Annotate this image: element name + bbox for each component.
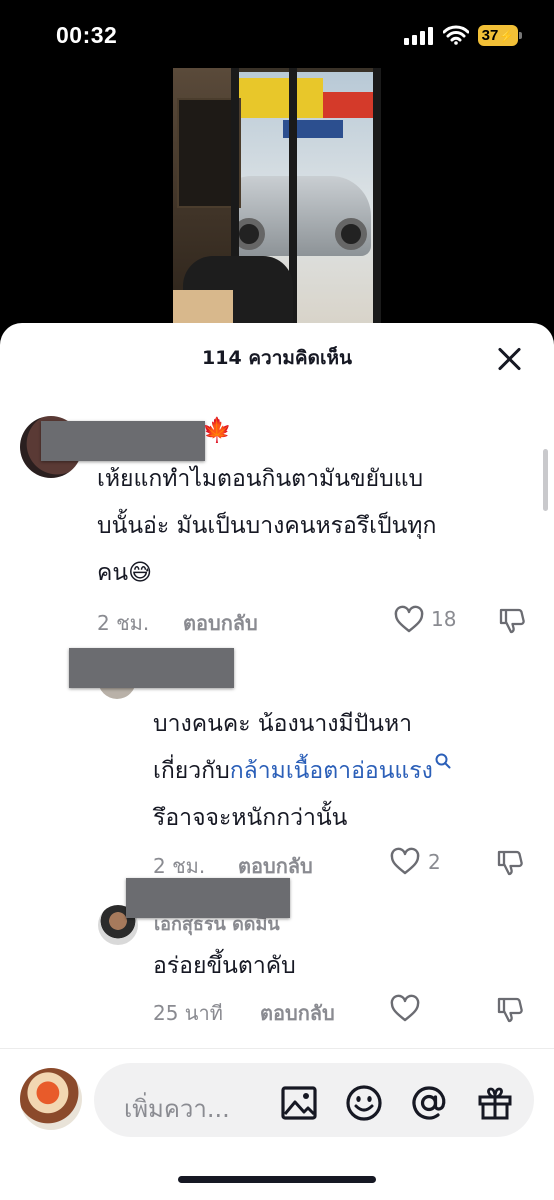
battery-level: 37 xyxy=(481,27,499,44)
comment-time: 2 ชม. xyxy=(97,611,150,635)
mention-icon[interactable] xyxy=(410,1084,448,1122)
comment-line: รึอาจจะหนักกว่านั้น xyxy=(153,805,348,831)
status-time: 00:32 xyxy=(56,22,118,48)
video-sign xyxy=(233,78,323,118)
video-window-frame xyxy=(373,68,381,328)
like-count: 2 xyxy=(428,850,441,874)
redacted-username xyxy=(69,648,234,688)
my-avatar[interactable] xyxy=(20,1068,82,1130)
image-icon[interactable] xyxy=(280,1084,318,1122)
comment-text-prefix: เกี่ยวกับ xyxy=(153,758,230,784)
gift-icon[interactable] xyxy=(476,1084,514,1122)
comment-line: บางคนคะ น้องนางมีปันหา xyxy=(153,711,413,737)
heart-icon[interactable] xyxy=(390,847,420,877)
reply-button[interactable]: ตอบกลับ xyxy=(260,997,335,1029)
comment-line: เห้ยแกทำไมตอนกินตามันขยับแบ xyxy=(97,466,424,492)
battery-charging-icon: 37 ⚡ xyxy=(478,25,522,46)
redacted-username xyxy=(126,878,290,918)
comment-input-placeholder: เพิ่มควา... xyxy=(124,1095,230,1123)
search-icon[interactable] xyxy=(435,753,451,769)
reply-button[interactable]: ตอบกลับ xyxy=(183,607,258,639)
maple-leaf-icon: 🍁 xyxy=(202,416,232,444)
heart-icon[interactable] xyxy=(390,994,420,1024)
comments-sheet: 114 ความคิดเห็น 🍁 เห้ยแกทำไมตอนกินตามันข… xyxy=(0,323,554,1200)
comment-line: บนั้นอ่ะ มันเป็นบางคนหรอรึเป็นทุก xyxy=(97,513,437,539)
emoji-icon[interactable] xyxy=(345,1084,383,1122)
comment-text: บางคนคะ น้องนางมีปันหา เกี่ยวกับกล้ามเนื… xyxy=(153,701,533,842)
comment-time: 25 นาที xyxy=(153,1001,223,1025)
comment-line: อร่อยขึ้นตาคับ xyxy=(153,953,296,979)
like-count: 18 xyxy=(431,607,457,631)
signal-icon xyxy=(404,27,433,45)
video-preview[interactable] xyxy=(173,68,381,328)
dislike-icon[interactable] xyxy=(495,847,525,877)
divider xyxy=(0,1048,554,1049)
home-indicator xyxy=(178,1176,376,1183)
wifi-icon xyxy=(443,25,469,45)
redacted-username xyxy=(41,421,205,461)
status-bar: 00:32 37 ⚡ xyxy=(0,0,554,70)
video-car-wheel xyxy=(335,218,367,250)
search-link[interactable]: กล้ามเนื้อตาอ่อนแรง xyxy=(230,758,433,784)
comment-text: เห้ยแกทำไมตอนกินตามันขยับแบ บนั้นอ่ะ มัน… xyxy=(97,456,537,597)
dislike-icon[interactable] xyxy=(497,605,527,635)
close-icon[interactable] xyxy=(494,343,526,375)
comments-count-title: 114 ความคิดเห็น xyxy=(202,347,352,369)
dislike-icon[interactable] xyxy=(495,994,525,1024)
comment-text: อร่อยขึ้นตาคับ xyxy=(153,943,533,990)
heart-icon[interactable] xyxy=(394,605,424,635)
comment-line: เกี่ยวกับกล้ามเนื้อตาอ่อนแรง xyxy=(153,748,533,795)
scrollbar[interactable] xyxy=(543,449,548,511)
comment-line: คน😅 xyxy=(97,560,153,586)
